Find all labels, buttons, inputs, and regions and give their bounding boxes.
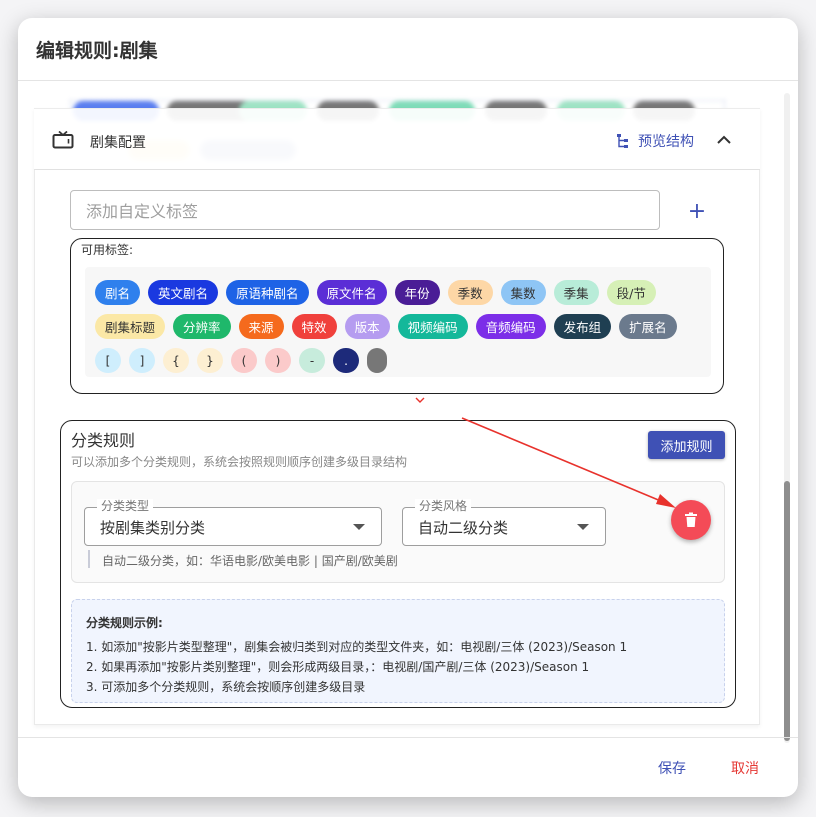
tv-icon — [52, 131, 74, 149]
rule-card: 分类类型 按剧集类别分类 分类风格 自动二级分类 自动二级分类，如：华语电影/欧… — [71, 481, 725, 583]
symbol-tag-chip[interactable]: ) — [265, 348, 291, 373]
symbol-tag-chip[interactable]: - — [299, 348, 325, 373]
chevron-up-icon[interactable] — [714, 131, 734, 149]
symbol-tag-chip[interactable]: ( — [231, 348, 257, 373]
type-label: 分类类型 — [97, 499, 154, 514]
divider — [18, 737, 798, 738]
scrollbar[interactable] — [784, 93, 790, 743]
type-value: 按剧集类别分类 — [100, 519, 206, 537]
example-title: 分类规则示例: — [86, 616, 163, 630]
preview-structure-button[interactable]: 预览结构 — [616, 131, 694, 151]
tag-chip[interactable]: 季数 — [447, 280, 493, 305]
add-rule-button[interactable]: 添加规则 — [648, 431, 725, 459]
tag-chip[interactable]: 分辨率 — [173, 314, 231, 339]
series-config-header[interactable]: 剧集配置 预览结构 — [34, 108, 760, 170]
classification-type-select[interactable]: 分类类型 按剧集类别分类 — [84, 499, 382, 546]
style-hint: 自动二级分类，如：华语电影/欧美电影 | 国产剧/欧美剧 — [102, 554, 398, 568]
plus-icon[interactable]: + — [684, 198, 710, 224]
available-tags-panel: 可用标签: 剧名 英文剧名 原语种剧名 原文件名 年份 季数 集数 季集 段/节 剧集标题 分辨率… — [70, 238, 724, 394]
chevron-down-icon — [415, 397, 425, 403]
tag-chip[interactable]: 特效 — [291, 314, 337, 339]
symbol-tag-chip[interactable]: ] — [129, 348, 155, 373]
symbol-tag-chip[interactable] — [367, 348, 387, 373]
tag-chip[interactable]: 英文剧名 — [148, 280, 219, 305]
cancel-button[interactable]: 取消 — [731, 758, 759, 778]
tag-chip[interactable]: 原文件名 — [316, 280, 387, 305]
tag-chip[interactable]: 年份 — [394, 280, 440, 305]
symbol-tag-chip[interactable]: . — [333, 348, 359, 373]
tag-chip[interactable]: 段/节 — [606, 280, 656, 305]
example-line: 2. 如果再添加"按影片类别整理"，则会形成两级目录，：电视剧/国产剧/三体 (… — [86, 660, 590, 674]
style-label: 分类风格 — [415, 499, 472, 514]
config-title: 剧集配置 — [90, 135, 146, 151]
example-line: 1. 如添加"按影片类型整理"，剧集会被归类到对应的类型文件夹，如：电视剧/三体… — [86, 640, 628, 654]
classification-title: 分类规则 — [71, 431, 136, 450]
tag-chip[interactable]: 音频编码 — [475, 314, 546, 339]
dropdown-arrow-icon — [577, 524, 589, 530]
classification-subtitle: 可以添加多个分类规则，系统会按照规则顺序创建多级目录结构 — [71, 455, 408, 469]
trash-icon — [685, 512, 697, 527]
tag-chip[interactable]: 发布组 — [553, 314, 612, 339]
dialog-title: 编辑规则:剧集 — [36, 40, 158, 62]
dropdown-arrow-icon — [353, 524, 365, 530]
scrollbar-thumb[interactable] — [784, 481, 790, 741]
edit-rule-dialog: 编辑规则:剧集 剧集配置 预览结构 添加自定义标签 + 可用标签: 剧名 英文剧… — [18, 18, 798, 797]
tag-chip[interactable]: 集数 — [500, 280, 546, 305]
available-tags-label: 可用标签: — [81, 243, 134, 257]
tag-chip[interactable]: 剧集标题 — [95, 314, 166, 339]
tag-chip[interactable]: 版本 — [344, 314, 390, 339]
save-button[interactable]: 保存 — [658, 758, 686, 778]
tag-chip[interactable]: 来源 — [238, 314, 284, 339]
tree-structure-icon — [617, 134, 628, 148]
tag-chip[interactable]: 剧名 — [95, 280, 141, 305]
example-line: 3. 可添加多个分类规则，系统会按顺序创建多级目录 — [86, 680, 366, 694]
tags-area: 剧名 英文剧名 原语种剧名 原文件名 年份 季数 集数 季集 段/节 剧集标题 分辨率 来源 特效 版本… — [85, 267, 711, 377]
classification-rules-panel: 分类规则 可以添加多个分类规则，系统会按照规则顺序创建多级目录结构 添加规则 分… — [60, 420, 736, 708]
divider — [18, 80, 798, 81]
classification-example: 分类规则示例: 1. 如添加"按影片类型整理"，剧集会被归类到对应的类型文件夹，… — [71, 599, 725, 703]
tag-chip[interactable]: 视频编码 — [397, 314, 468, 339]
tag-chip[interactable]: 扩展名 — [619, 314, 677, 339]
symbol-tag-chip[interactable]: [ — [95, 348, 121, 373]
classification-style-select[interactable]: 分类风格 自动二级分类 — [402, 499, 606, 546]
custom-tag-input[interactable]: 添加自定义标签 — [70, 190, 660, 230]
tag-chip[interactable]: 原语种剧名 — [226, 280, 309, 305]
style-value: 自动二级分类 — [418, 519, 509, 537]
preview-label: 预览结构 — [638, 134, 694, 150]
symbol-tag-chip[interactable]: { — [163, 348, 189, 373]
symbol-tag-chip[interactable]: } — [197, 348, 223, 373]
delete-rule-button[interactable] — [671, 500, 711, 540]
tag-chip[interactable]: 季集 — [553, 280, 599, 305]
hint-bar — [88, 550, 90, 568]
screen: 编辑规则:剧集 剧集配置 预览结构 添加自定义标签 + 可用标签: 剧名 英文剧… — [0, 0, 816, 817]
